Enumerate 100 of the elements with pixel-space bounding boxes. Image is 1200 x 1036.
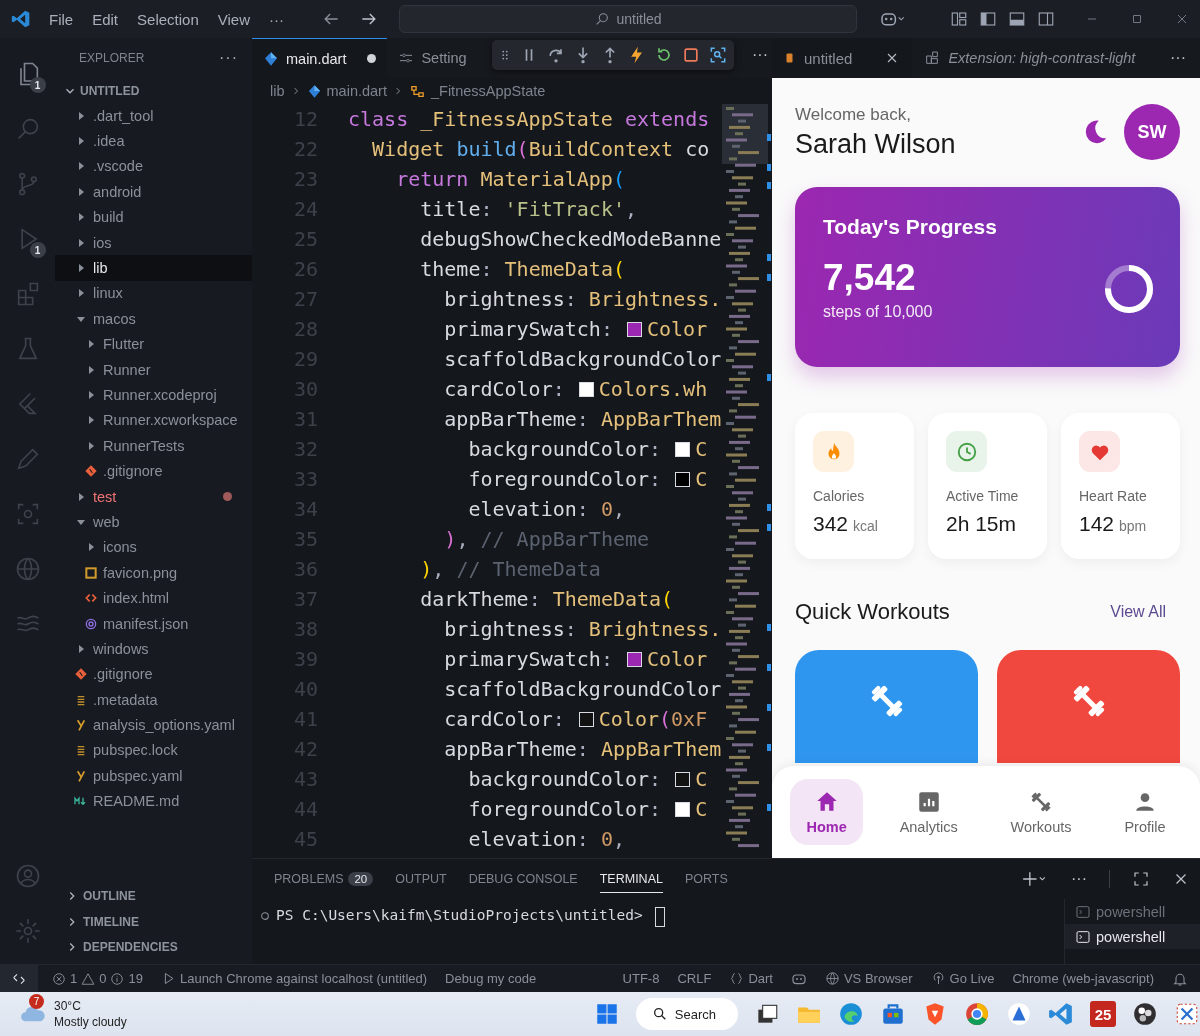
warning-icon — [81, 971, 96, 986]
file-label[interactable]: pubspec.lock — [93, 742, 178, 759]
folder-label[interactable]: Runner.xcodeproj — [103, 387, 217, 403]
color-swatch-icon[interactable] — [675, 771, 691, 787]
warning-count[interactable]: 0 — [99, 971, 107, 986]
inspect-icon[interactable] — [708, 45, 728, 65]
menu-item[interactable]: View — [217, 10, 250, 28]
section-header[interactable]: DEPENDENCIES — [83, 940, 178, 955]
file-label[interactable]: favicon.png — [103, 564, 178, 581]
folder-label[interactable]: UNTITLED — [80, 83, 140, 98]
folder-label[interactable]: android — [93, 183, 142, 200]
status-item[interactable]: VS Browser — [843, 971, 913, 986]
status-item[interactable]: Dart — [748, 971, 773, 986]
breadcrumb[interactable]: main.dart — [326, 83, 387, 99]
status-item[interactable]: Debug my code — [445, 971, 537, 986]
nav-item[interactable]: Workouts — [994, 779, 1088, 845]
more-button[interactable]: ··· — [752, 46, 768, 64]
folder-label[interactable]: build — [93, 209, 124, 226]
file-label[interactable]: .gitignore — [103, 463, 163, 480]
folder-label[interactable]: test — [93, 488, 117, 505]
folder-label[interactable]: Runner — [103, 361, 151, 378]
menu-item[interactable]: File — [49, 10, 74, 28]
folder-label[interactable]: .dart_tool — [93, 107, 154, 124]
workout-card[interactable] — [997, 650, 1180, 763]
search-button[interactable]: Search — [635, 998, 738, 1030]
file-label[interactable]: .gitignore — [93, 666, 153, 683]
color-swatch-icon[interactable] — [675, 801, 691, 817]
editor-tab[interactable]: Extension: high-contrast-light — [912, 38, 1148, 78]
file-label[interactable]: index.html — [103, 590, 170, 607]
folder-label[interactable]: web — [93, 513, 120, 530]
folder-label[interactable]: ios — [93, 234, 112, 251]
status-item[interactable]: Launch Chrome against localhost (untitled) — [179, 971, 428, 986]
view-all-link[interactable]: View All — [1110, 603, 1166, 621]
status-item[interactable]: UTF-8 — [622, 971, 660, 986]
maximize-icon[interactable] — [1132, 870, 1150, 888]
terminal-item[interactable]: powershell — [1065, 924, 1200, 949]
folder-label[interactable]: RunnerTests — [103, 437, 185, 454]
info-count[interactable]: 19 — [128, 971, 143, 986]
status-item[interactable]: Chrome (web-javascript) — [1012, 971, 1154, 986]
menu-item[interactable]: ··· — [269, 10, 284, 28]
more-button[interactable]: ··· — [1170, 49, 1186, 67]
color-swatch-icon[interactable] — [675, 471, 691, 487]
sidebar-left-icon[interactable] — [979, 10, 997, 28]
color-swatch-icon[interactable] — [626, 321, 642, 337]
section-header[interactable]: TIMELINE — [83, 914, 139, 929]
folder-label[interactable]: Flutter — [103, 336, 145, 353]
color-swatch-icon[interactable] — [578, 711, 594, 727]
panel-tab[interactable]: PROBLEMS 20 — [274, 866, 374, 892]
avatar[interactable]: SW — [1124, 104, 1180, 160]
breadcrumb[interactable]: lib — [270, 83, 285, 99]
folder-label[interactable]: macos — [93, 310, 136, 327]
breadcrumb[interactable]: _FitnessAppState — [430, 83, 546, 99]
stop-icon[interactable] — [681, 45, 701, 65]
swirl-icon[interactable] — [838, 1001, 864, 1027]
folder-label[interactable]: Runner.xcworkspace — [103, 412, 238, 429]
selected-row[interactable]: lib — [55, 255, 252, 281]
folder-label[interactable]: lib — [93, 260, 108, 277]
file-label[interactable]: README.md — [93, 793, 180, 810]
ribbon-icon[interactable] — [1048, 1001, 1074, 1027]
color-swatch-icon[interactable] — [626, 651, 642, 667]
more-button[interactable]: ··· — [1071, 870, 1087, 888]
file-label[interactable]: analysis_options.yaml — [93, 717, 235, 734]
scissors-icon[interactable] — [1174, 1001, 1200, 1027]
folder-label[interactable]: .vscode — [93, 158, 143, 175]
section-header[interactable]: OUTLINE — [83, 889, 136, 904]
color-swatch-icon[interactable] — [578, 381, 594, 397]
file-label[interactable]: pubspec.yaml — [93, 767, 183, 784]
workout-card[interactable] — [795, 650, 978, 763]
folder-label[interactable]: icons — [103, 539, 137, 556]
menu-item[interactable]: Edit — [92, 10, 119, 28]
dots-circle-icon[interactable] — [1132, 1001, 1158, 1027]
nav-item[interactable]: Analytics — [883, 779, 974, 845]
folder-label[interactable]: .idea — [93, 133, 125, 150]
terminal-item[interactable]: powershell — [1065, 899, 1200, 924]
bag-icon[interactable] — [880, 1001, 906, 1027]
folder-label[interactable]: windows — [93, 640, 149, 657]
panel-bottom-icon[interactable] — [1008, 10, 1026, 28]
menu-item[interactable]: Selection — [137, 10, 199, 28]
command-center[interactable]: untitled — [399, 5, 857, 33]
panel-tab[interactable]: TERMINAL — [599, 865, 663, 893]
panel-tab[interactable]: DEBUG CONSOLE — [468, 866, 578, 892]
ring-icon[interactable] — [964, 1001, 990, 1027]
file-label[interactable]: manifest.json — [103, 615, 189, 632]
more-button[interactable]: ··· — [219, 49, 238, 67]
file-label[interactable]: .metadata — [93, 691, 158, 708]
panel-tab[interactable]: OUTPUT — [395, 866, 447, 892]
folder-label[interactable]: linux — [93, 285, 123, 302]
diamond-icon — [263, 50, 279, 67]
editor-tab[interactable]: Setting — [387, 38, 478, 78]
layout-icon[interactable] — [950, 10, 968, 28]
nav-item[interactable]: Profile — [1108, 779, 1182, 845]
sidebar-right-icon[interactable] — [1037, 10, 1055, 28]
app-tile[interactable]: 25 — [1090, 1001, 1116, 1027]
nav-item[interactable]: Home — [790, 779, 863, 845]
status-item[interactable]: CRLF — [677, 971, 712, 986]
error-count[interactable]: 1 — [70, 971, 78, 986]
remote-button[interactable] — [0, 965, 38, 992]
panel-tab[interactable]: PORTS — [684, 866, 728, 892]
status-item[interactable]: Go Live — [949, 971, 995, 986]
color-swatch-icon[interactable] — [675, 441, 691, 457]
